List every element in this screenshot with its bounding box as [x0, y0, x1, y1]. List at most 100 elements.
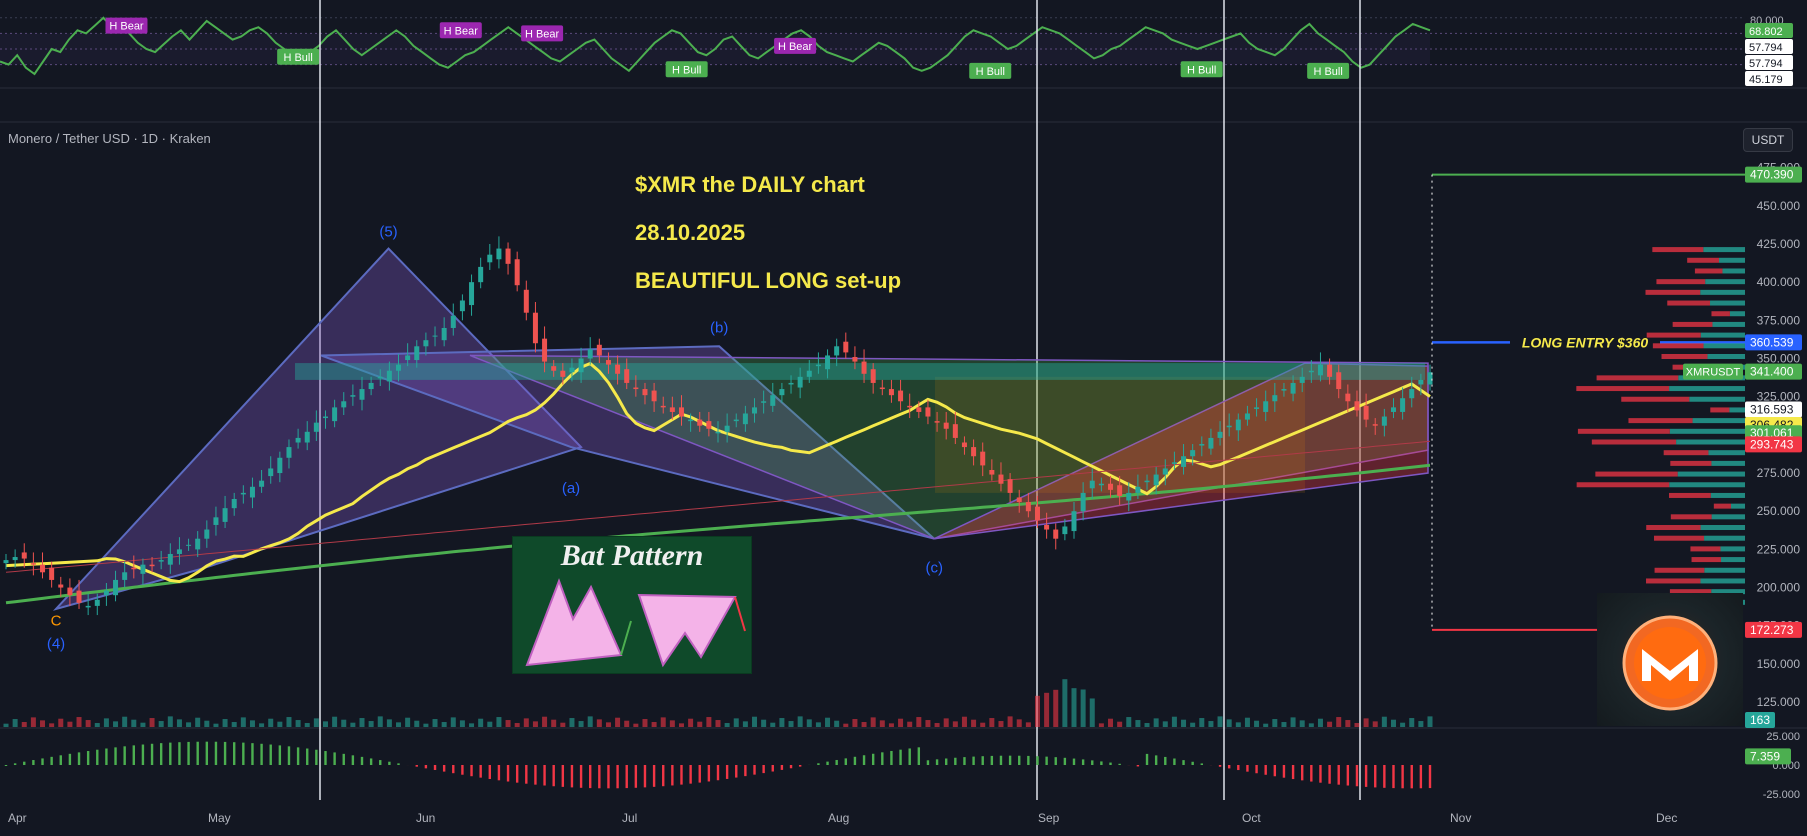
- volume-bar: [1291, 717, 1296, 727]
- volume-bar: [451, 717, 456, 727]
- histogram-bar: [1091, 760, 1093, 765]
- histogram-bar: [425, 765, 427, 768]
- candle-body: [834, 346, 839, 355]
- volume-profile-up: [1703, 247, 1745, 252]
- candle-body: [935, 421, 940, 423]
- volume-bar: [752, 717, 757, 727]
- histogram-bar: [580, 765, 582, 788]
- volume-bar: [606, 722, 611, 727]
- volume-badge-label: 163: [1750, 713, 1770, 727]
- volume-bar: [1254, 721, 1259, 727]
- candle-body: [1099, 484, 1104, 486]
- volume-bar: [953, 721, 958, 727]
- volume-bar: [597, 719, 602, 727]
- candle-body: [360, 389, 365, 400]
- volume-profile-up: [1670, 429, 1745, 434]
- histogram-bar: [215, 742, 217, 765]
- candle-body: [286, 447, 291, 458]
- x-tick-label: Nov: [1450, 811, 1471, 825]
- histogram-bar: [1237, 765, 1239, 770]
- histogram-bar: [1228, 765, 1230, 768]
- candle-body: [86, 606, 91, 608]
- volume-bar: [49, 723, 54, 727]
- histogram-bar: [1109, 763, 1111, 765]
- candle-body: [1236, 420, 1241, 431]
- volume-bar: [1418, 721, 1423, 727]
- volume-bar: [615, 718, 620, 727]
- histogram-bar: [1283, 765, 1285, 778]
- histogram-bar: [826, 762, 828, 765]
- currency-button[interactable]: USDT: [1743, 128, 1793, 152]
- volume-bar: [789, 721, 794, 727]
- volume-bar: [95, 723, 100, 727]
- candle-body: [241, 493, 246, 495]
- divergence-badge-label: H Bull: [976, 66, 1005, 78]
- volume-bar: [1172, 717, 1177, 727]
- volume-bar: [925, 720, 930, 727]
- candle-body: [588, 349, 593, 358]
- histogram-bar: [1255, 765, 1257, 773]
- histogram-bar: [835, 760, 837, 765]
- histogram-bar: [689, 765, 691, 784]
- histogram-bar: [781, 765, 783, 770]
- volume-bar: [1354, 723, 1359, 727]
- volume-bar: [542, 717, 547, 727]
- volume-bar: [460, 720, 465, 727]
- histogram-bar: [699, 765, 701, 783]
- candle-body: [980, 452, 985, 466]
- histogram-bar: [1392, 765, 1394, 788]
- wave-label: (5): [379, 223, 397, 240]
- volume-bar: [624, 721, 629, 727]
- volume-bar: [916, 717, 921, 727]
- volume-bar: [1218, 716, 1223, 727]
- volume-bar: [506, 720, 511, 727]
- candle-body: [4, 560, 9, 563]
- histogram-bar: [151, 744, 153, 765]
- candle-body: [22, 552, 27, 558]
- volume-bar: [1300, 720, 1305, 727]
- histogram-bar: [160, 743, 162, 765]
- histogram-bar: [1118, 764, 1120, 765]
- volume-profile-down: [1628, 418, 1692, 423]
- x-tick-label: May: [208, 811, 231, 825]
- volume-bar: [442, 722, 447, 727]
- candle-body: [1026, 502, 1031, 511]
- candle-body: [579, 359, 584, 373]
- histogram-bar: [1173, 759, 1175, 765]
- volume-profile-up: [1730, 311, 1745, 316]
- chart-stage[interactable]: H BearH BullH BearH BearH BullH BearH Bu…: [0, 0, 1807, 831]
- volume-profile-up: [1700, 290, 1745, 295]
- x-tick-label: Aug: [828, 811, 849, 825]
- volume-bar: [1181, 720, 1186, 727]
- histogram-bar: [1082, 759, 1084, 765]
- candle-body: [77, 591, 82, 603]
- candle-body: [825, 355, 830, 369]
- candle-body: [131, 568, 136, 570]
- volume-bar: [944, 718, 949, 727]
- volume-bar: [150, 718, 155, 727]
- candle-body: [213, 517, 218, 525]
- price-tick-label: 400.000: [1757, 275, 1801, 289]
- candle-body: [186, 545, 191, 546]
- price-tick-label: 450.000: [1757, 199, 1801, 213]
- price-tick-label: 275.000: [1757, 466, 1801, 480]
- volume-bar: [350, 723, 355, 727]
- volume-profile-down: [1592, 440, 1676, 445]
- divergence-badge: H Bear: [105, 18, 147, 34]
- candle-body: [1227, 426, 1232, 428]
- histogram-bar: [498, 765, 500, 780]
- candle-body: [405, 355, 410, 360]
- histogram-bar: [1374, 765, 1376, 787]
- volume-profile-down: [1710, 407, 1729, 412]
- histogram-bar: [388, 762, 390, 765]
- candle-body: [898, 391, 903, 402]
- volume-bar: [1126, 717, 1131, 727]
- volume-bar: [305, 723, 310, 727]
- volume-bar: [1072, 688, 1077, 727]
- histogram-bar: [927, 760, 929, 765]
- chart-canvas[interactable]: H BearH BullH BearH BearH BullH BearH Bu…: [0, 0, 1807, 831]
- volume-profile-down: [1669, 493, 1711, 498]
- volume-bar: [734, 718, 739, 727]
- histogram-bar: [297, 747, 299, 765]
- histogram-bar: [626, 765, 628, 788]
